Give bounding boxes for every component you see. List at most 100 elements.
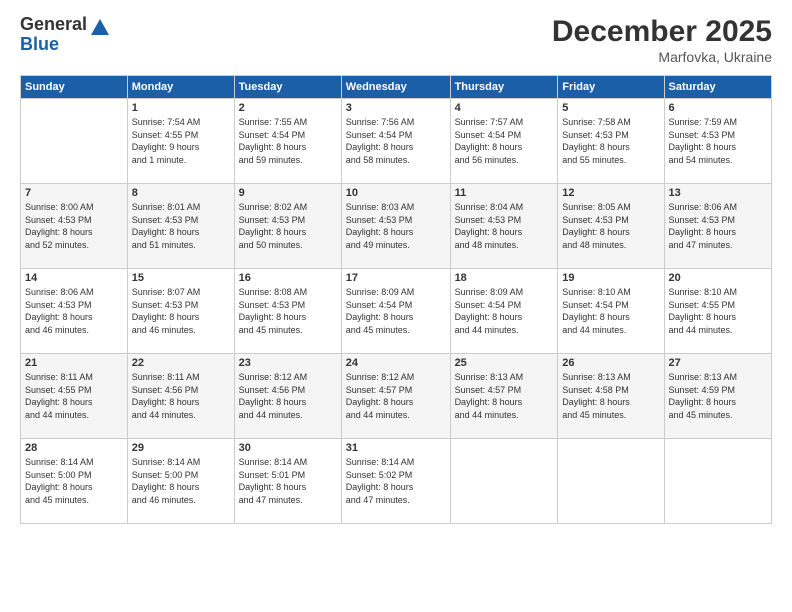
logo: General Blue xyxy=(20,15,111,55)
header-sunday: Sunday xyxy=(21,76,128,99)
logo-icon xyxy=(89,17,111,39)
day-number: 10 xyxy=(346,187,446,199)
day-info: Sunrise: 8:08 AMSunset: 4:53 PMDaylight:… xyxy=(239,286,337,336)
table-row: 19 Sunrise: 8:10 AMSunset: 4:54 PMDayligh… xyxy=(558,269,664,354)
day-number: 29 xyxy=(132,442,230,454)
day-info: Sunrise: 8:05 AMSunset: 4:53 PMDaylight:… xyxy=(562,201,659,251)
header-monday: Monday xyxy=(127,76,234,99)
day-number: 19 xyxy=(562,272,659,284)
day-number: 27 xyxy=(669,357,767,369)
location-subtitle: Marfovka, Ukraine xyxy=(552,49,772,65)
day-number: 8 xyxy=(132,187,230,199)
header-friday: Friday xyxy=(558,76,664,99)
header-thursday: Thursday xyxy=(450,76,558,99)
day-info: Sunrise: 8:14 AMSunset: 5:02 PMDaylight:… xyxy=(346,456,446,506)
table-row: 4 Sunrise: 7:57 AMSunset: 4:54 PMDaylight… xyxy=(450,99,558,184)
day-info: Sunrise: 8:10 AMSunset: 4:54 PMDaylight:… xyxy=(562,286,659,336)
table-row: 5Sunrise: 7:58 AMSunset: 4:53 PMDaylight… xyxy=(558,99,664,184)
table-row: 26 Sunrise: 8:13 AMSunset: 4:58 PMDayligh… xyxy=(558,354,664,439)
table-row xyxy=(558,439,664,524)
calendar-header-row: Sunday Monday Tuesday Wednesday Thursday… xyxy=(21,76,772,99)
table-row: 2Sunrise: 7:55 AMSunset: 4:54 PMDaylight… xyxy=(234,99,341,184)
header-wednesday: Wednesday xyxy=(341,76,450,99)
day-number: 31 xyxy=(346,442,446,454)
table-row: 13 Sunrise: 8:06 AMSunset: 4:53 PMDayligh… xyxy=(664,184,771,269)
table-row: 31 Sunrise: 8:14 AMSunset: 5:02 PMDayligh… xyxy=(341,439,450,524)
table-row xyxy=(450,439,558,524)
day-info: Sunrise: 8:14 AMSunset: 5:00 PMDaylight:… xyxy=(25,456,123,506)
logo-blue: Blue xyxy=(20,35,87,55)
day-info: Sunrise: 7:57 AMSunset: 4:54 PMDaylight:… xyxy=(455,116,554,166)
day-info: Sunrise: 8:02 AMSunset: 4:53 PMDaylight:… xyxy=(239,201,337,251)
table-row: 8 Sunrise: 8:01 AMSunset: 4:53 PMDaylight… xyxy=(127,184,234,269)
day-info: Sunrise: 8:13 AMSunset: 4:58 PMDaylight:… xyxy=(562,371,659,421)
table-row: 21 Sunrise: 8:11 AMSunset: 4:55 PMDayligh… xyxy=(21,354,128,439)
day-number: 14 xyxy=(25,272,123,284)
day-info: Sunrise: 8:00 AMSunset: 4:53 PMDaylight:… xyxy=(25,201,123,251)
day-info: Sunrise: 7:58 AMSunset: 4:53 PMDaylight:… xyxy=(562,116,659,166)
day-info: Sunrise: 8:10 AMSunset: 4:55 PMDaylight:… xyxy=(669,286,767,336)
month-title: December 2025 xyxy=(552,15,772,49)
day-number: 4 xyxy=(455,102,554,114)
day-number: 24 xyxy=(346,357,446,369)
day-number: 20 xyxy=(669,272,767,284)
day-number: 28 xyxy=(25,442,123,454)
day-info: Sunrise: 8:13 AMSunset: 4:57 PMDaylight:… xyxy=(455,371,554,421)
day-info: Sunrise: 8:11 AMSunset: 4:55 PMDaylight:… xyxy=(25,371,123,421)
logo-general: General xyxy=(20,15,87,35)
day-info: Sunrise: 8:14 AMSunset: 5:00 PMDaylight:… xyxy=(132,456,230,506)
table-row: 7 Sunrise: 8:00 AMSunset: 4:53 PMDaylight… xyxy=(21,184,128,269)
day-info: Sunrise: 8:13 AMSunset: 4:59 PMDaylight:… xyxy=(669,371,767,421)
table-row: 1 Sunrise: 7:54 AMSunset: 4:55 PMDaylight… xyxy=(127,99,234,184)
calendar-week-row: 14 Sunrise: 8:06 AMSunset: 4:53 PMDayligh… xyxy=(21,269,772,354)
table-row: 12Sunrise: 8:05 AMSunset: 4:53 PMDayligh… xyxy=(558,184,664,269)
table-row: 17Sunrise: 8:09 AMSunset: 4:54 PMDayligh… xyxy=(341,269,450,354)
day-number: 9 xyxy=(239,187,337,199)
table-row: 22 Sunrise: 8:11 AMSunset: 4:56 PMDayligh… xyxy=(127,354,234,439)
calendar-week-row: 21 Sunrise: 8:11 AMSunset: 4:55 PMDayligh… xyxy=(21,354,772,439)
day-number: 18 xyxy=(455,272,554,284)
table-row: 28 Sunrise: 8:14 AMSunset: 5:00 PMDayligh… xyxy=(21,439,128,524)
day-info: Sunrise: 8:07 AMSunset: 4:53 PMDaylight:… xyxy=(132,286,230,336)
table-row: 10 Sunrise: 8:03 AMSunset: 4:53 PMDayligh… xyxy=(341,184,450,269)
day-info: Sunrise: 8:06 AMSunset: 4:53 PMDaylight:… xyxy=(25,286,123,336)
table-row: 16 Sunrise: 8:08 AMSunset: 4:53 PMDayligh… xyxy=(234,269,341,354)
table-row: 25Sunrise: 8:13 AMSunset: 4:57 PMDayligh… xyxy=(450,354,558,439)
table-row: 27 Sunrise: 8:13 AMSunset: 4:59 PMDayligh… xyxy=(664,354,771,439)
day-info: Sunrise: 8:11 AMSunset: 4:56 PMDaylight:… xyxy=(132,371,230,421)
header-saturday: Saturday xyxy=(664,76,771,99)
title-block: December 2025 Marfovka, Ukraine xyxy=(552,15,772,65)
day-info: Sunrise: 7:54 AMSunset: 4:55 PMDaylight:… xyxy=(132,116,230,166)
day-info: Sunrise: 8:03 AMSunset: 4:53 PMDaylight:… xyxy=(346,201,446,251)
day-info: Sunrise: 8:09 AMSunset: 4:54 PMDaylight:… xyxy=(346,286,446,336)
day-number: 23 xyxy=(239,357,337,369)
day-info: Sunrise: 7:56 AMSunset: 4:54 PMDaylight:… xyxy=(346,116,446,166)
day-number: 11 xyxy=(455,187,554,199)
day-number: 16 xyxy=(239,272,337,284)
day-number: 22 xyxy=(132,357,230,369)
day-number: 21 xyxy=(25,357,123,369)
calendar-week-row: 28 Sunrise: 8:14 AMSunset: 5:00 PMDayligh… xyxy=(21,439,772,524)
header: General Blue December 2025 Marfovka, Ukr… xyxy=(20,15,772,65)
table-row xyxy=(21,99,128,184)
day-info: Sunrise: 8:06 AMSunset: 4:53 PMDaylight:… xyxy=(669,201,767,251)
table-row: 23Sunrise: 8:12 AMSunset: 4:56 PMDayligh… xyxy=(234,354,341,439)
day-number: 13 xyxy=(669,187,767,199)
day-number: 7 xyxy=(25,187,123,199)
calendar-week-row: 7 Sunrise: 8:00 AMSunset: 4:53 PMDaylight… xyxy=(21,184,772,269)
table-row: 6Sunrise: 7:59 AMSunset: 4:53 PMDaylight… xyxy=(664,99,771,184)
day-number: 26 xyxy=(562,357,659,369)
day-number: 15 xyxy=(132,272,230,284)
table-row: 29 Sunrise: 8:14 AMSunset: 5:00 PMDayligh… xyxy=(127,439,234,524)
day-number: 1 xyxy=(132,102,230,114)
table-row: 11Sunrise: 8:04 AMSunset: 4:53 PMDayligh… xyxy=(450,184,558,269)
calendar-week-row: 1 Sunrise: 7:54 AMSunset: 4:55 PMDaylight… xyxy=(21,99,772,184)
day-number: 30 xyxy=(239,442,337,454)
calendar-table: Sunday Monday Tuesday Wednesday Thursday… xyxy=(20,75,772,524)
day-info: Sunrise: 8:14 AMSunset: 5:01 PMDaylight:… xyxy=(239,456,337,506)
table-row: 14 Sunrise: 8:06 AMSunset: 4:53 PMDayligh… xyxy=(21,269,128,354)
day-number: 2 xyxy=(239,102,337,114)
day-info: Sunrise: 8:09 AMSunset: 4:54 PMDaylight:… xyxy=(455,286,554,336)
day-number: 3 xyxy=(346,102,446,114)
day-info: Sunrise: 8:01 AMSunset: 4:53 PMDaylight:… xyxy=(132,201,230,251)
